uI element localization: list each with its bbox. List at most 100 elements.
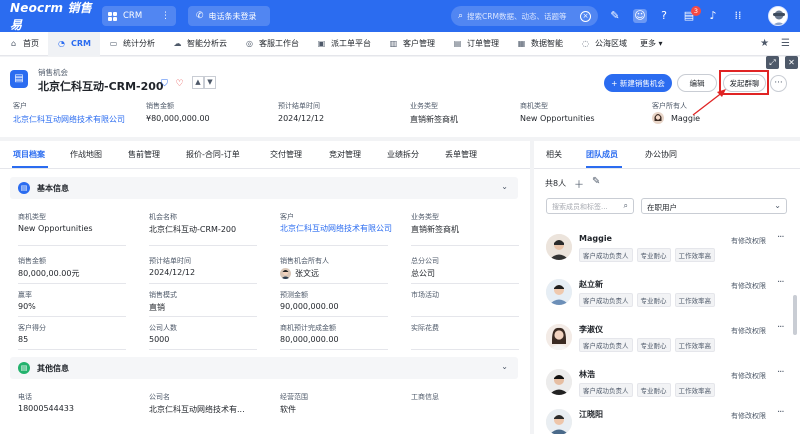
heart-icon[interactable]: ♡: [174, 79, 185, 90]
active-tab-indicator: [12, 166, 48, 168]
nav-service[interactable]: ◎ 客服工作台: [236, 32, 308, 56]
label-company-branch: 总分公司: [411, 257, 439, 265]
notification-badge: 3: [691, 6, 701, 16]
tab-team-members[interactable]: 团队成员: [586, 149, 618, 160]
member-row[interactable]: Maggie 客户成功负责人 专业耐心 工作效率高 有修改权限 ···: [534, 228, 800, 272]
nav-home[interactable]: ⌂ 首页: [0, 32, 48, 56]
field-label-business-type: 业务类型: [410, 102, 438, 110]
order-icon: ▤: [453, 39, 462, 48]
member-row[interactable]: 江晓阳 有修改权限 ···: [534, 403, 800, 434]
nav-customer[interactable]: ▥ 客户管理: [380, 32, 444, 56]
edit-icon[interactable]: ✎: [592, 176, 600, 187]
pool-icon: ◌: [582, 39, 589, 48]
app-switcher[interactable]: CRM ⋮: [102, 6, 176, 26]
value-customer[interactable]: 北京仁科互动网络技术有限公司: [280, 223, 392, 234]
member-tag: 专业耐心: [636, 248, 671, 262]
scrollbar[interactable]: [793, 295, 797, 335]
apps-icon[interactable]: ⁞⁞: [731, 9, 745, 23]
field-label-amount: 销售金额: [146, 102, 174, 110]
label-win-rate: 赢率: [18, 291, 32, 299]
tab-competitor[interactable]: 竞对管理: [329, 149, 361, 160]
label-marketing-activity: 市场活动: [411, 291, 439, 299]
tab-related[interactable]: 相关: [546, 149, 562, 160]
member-search-input[interactable]: 搜索成员和标签... ⌕: [546, 198, 634, 214]
member-more-icon[interactable]: ···: [777, 232, 784, 243]
new-opportunity-button[interactable]: + 新建销售机会: [604, 74, 672, 92]
edit-note-icon[interactable]: ✎: [608, 9, 622, 23]
nav-pool[interactable]: ◌ 公海区域: [572, 32, 636, 56]
value-opportunity-owner: 张文远: [295, 269, 319, 278]
label-sales-amount: 销售金额: [18, 257, 46, 265]
star-icon[interactable]: ★: [760, 38, 769, 49]
expand-icon[interactable]: ⤢: [766, 56, 779, 69]
field-label-owner: 客户所有人: [652, 102, 687, 110]
next-record-button[interactable]: ▼: [204, 76, 216, 89]
nav-order[interactable]: ▤ 订单管理: [444, 32, 508, 56]
module-nav: ⌂ 首页 ◔ CRM ▭ 统计分析 ☁ 智能分析云 ◎ 客服工作台 ▣ 派工单平台 ▥ 客户管…: [0, 31, 800, 56]
nav-dispatch[interactable]: ▣ 派工单平台: [308, 32, 380, 56]
label-company-name: 公司名: [149, 393, 170, 401]
section-other-info[interactable]: ▤ 其他信息 ⌄: [10, 357, 518, 379]
previous-record-button[interactable]: ▲: [192, 76, 204, 89]
more-actions-button[interactable]: ···: [770, 75, 787, 92]
tab-battle-map[interactable]: 作战地图: [70, 149, 102, 160]
value-opportunity-type: New Opportunities: [18, 224, 93, 233]
member-tag: 专业耐心: [636, 338, 671, 352]
member-status-select[interactable]: 在职用户 ⌄: [641, 198, 787, 214]
label-customer: 客户: [280, 213, 294, 221]
member-permission: 有修改权限: [731, 237, 766, 245]
member-avatar: [546, 409, 572, 434]
clear-search-icon[interactable]: ×: [580, 10, 591, 22]
value-expected-completion: 80,000,000.00: [280, 335, 339, 344]
phone-icon: ✆: [196, 11, 204, 21]
menu-icon[interactable]: ☰: [781, 38, 790, 49]
phone-bar-button[interactable]: ✆ 电话条未登录: [188, 6, 270, 26]
bell-icon[interactable]: ♪: [706, 9, 720, 23]
shield-icon[interactable]: ⛉: [159, 79, 170, 90]
member-tag: 客户成功负责人: [579, 383, 633, 397]
value-customer-score: 85: [18, 335, 29, 344]
tab-delivery[interactable]: 交付管理: [270, 149, 302, 160]
chevron-down-icon[interactable]: ⌄: [501, 362, 508, 371]
nav-crm[interactable]: ◔ CRM: [48, 31, 100, 56]
label-opportunity-owner: 销售机会所有人: [280, 257, 329, 265]
label-opportunity-name: 机会名称: [149, 213, 177, 221]
nav-more[interactable]: 更多 ▾: [640, 38, 663, 49]
crm-icon: ◔: [58, 39, 65, 48]
nav-data[interactable]: ▦ 数据智能: [508, 32, 572, 56]
add-member-icon[interactable]: ＋: [574, 176, 584, 191]
member-row[interactable]: 赵立新 客户成功负责人 专业耐心 工作效率高 有修改权限 ···: [534, 273, 800, 317]
member-avatar: [546, 279, 572, 305]
logo: Neocrm 销售易: [10, 1, 92, 32]
chevron-down-icon[interactable]: ⌄: [501, 182, 508, 191]
field-value-customer[interactable]: 北京仁科互动网络技术有限公司: [13, 114, 125, 125]
close-icon[interactable]: ✕: [785, 56, 798, 69]
member-more-icon[interactable]: ···: [777, 407, 784, 418]
nav-stats[interactable]: ▭ 统计分析: [100, 32, 164, 56]
record-tabs: 项目档案 作战地图 售前管理 报价-合同-订单 交付管理 竞对管理 业绩拆分 丢…: [0, 141, 530, 169]
tab-project-profile[interactable]: 项目档案: [13, 149, 45, 160]
tab-office-collaboration[interactable]: 办公协同: [645, 149, 677, 160]
assistant-icon[interactable]: ☺: [633, 9, 647, 23]
tab-quote-contract-order[interactable]: 报价-合同-订单: [186, 149, 240, 160]
value-company-size: 5000: [149, 335, 170, 344]
member-more-icon[interactable]: ···: [777, 277, 784, 288]
value-sales-amount: 80,000,00.00元: [18, 269, 80, 278]
user-avatar[interactable]: [768, 6, 788, 26]
value-sales-mode: 直销: [149, 303, 165, 312]
member-more-icon[interactable]: ···: [777, 367, 784, 378]
help-icon[interactable]: ?: [657, 9, 671, 23]
member-more-icon[interactable]: ···: [777, 322, 784, 333]
member-tag: 工作效率高: [674, 338, 715, 352]
label-opportunity-type: 商机类型: [18, 213, 46, 221]
tab-lost-deals[interactable]: 丢单管理: [445, 149, 477, 160]
global-search-input[interactable]: ⌕ 搜索CRM数据、动态、话题等 ×: [451, 6, 598, 26]
nav-cloud[interactable]: ☁ 智能分析云: [164, 32, 236, 56]
member-tag: 工作效率高: [674, 383, 715, 397]
member-row[interactable]: 林浩 客户成功负责人 专业耐心 工作效率高 有修改权限 ···: [534, 363, 800, 407]
member-row[interactable]: 李淑仪 客户成功负责人 专业耐心 工作效率高 有修改权限 ···: [534, 318, 800, 362]
section-basic-info[interactable]: ▤ 基本信息 ⌄: [10, 177, 518, 199]
tab-presales[interactable]: 售前管理: [128, 149, 160, 160]
tab-performance-split[interactable]: 业绩拆分: [387, 149, 419, 160]
member-tag: 客户成功负责人: [579, 338, 633, 352]
